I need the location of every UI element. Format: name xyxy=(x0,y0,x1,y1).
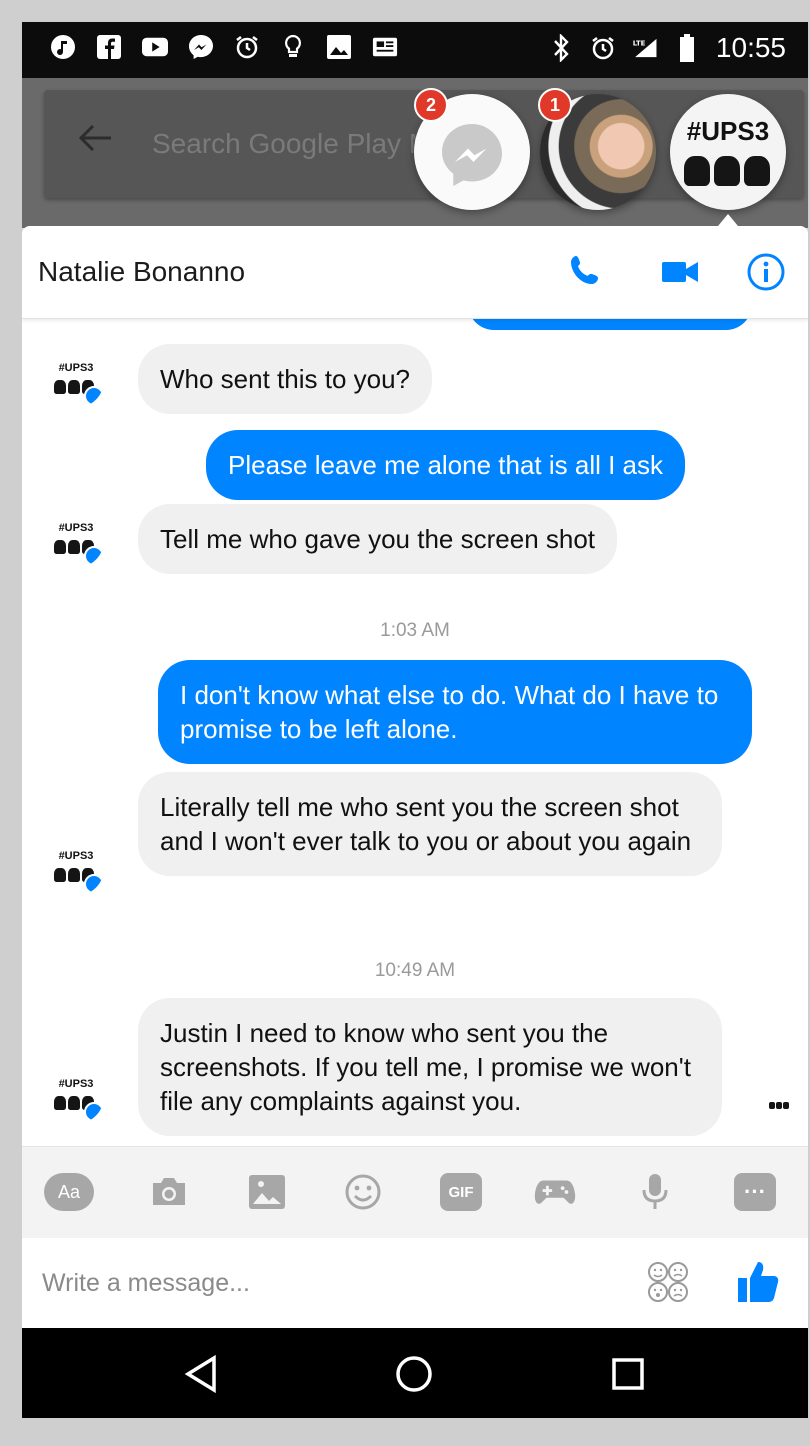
seen-indicator-avatar xyxy=(766,1088,794,1116)
image-icon xyxy=(326,34,352,60)
chat-panel: Natalie Bonanno #UPS3 Who sent this to y… xyxy=(22,226,808,1328)
phone-call-icon[interactable] xyxy=(566,252,606,292)
message-timestamp: 1:03 AM xyxy=(380,620,450,641)
camera-icon[interactable] xyxy=(148,1173,190,1211)
back-triangle-icon[interactable] xyxy=(180,1352,224,1396)
message-bubble-incoming[interactable]: Justin I need to know who sent you the s… xyxy=(138,998,722,1136)
battery-icon xyxy=(674,34,700,62)
video-call-icon[interactable] xyxy=(660,252,700,292)
messenger-icon xyxy=(188,34,214,60)
status-bar: LTE 10:55 xyxy=(22,22,808,78)
android-nav-bar xyxy=(22,1328,808,1418)
phone-screen: LTE 10:55 Search Google Play Mo 2 1 #UPS… xyxy=(22,22,808,1418)
contact-name[interactable]: Natalie Bonanno xyxy=(38,256,245,288)
info-icon[interactable] xyxy=(746,252,786,292)
notification-icons xyxy=(50,34,398,60)
music-icon xyxy=(50,34,76,60)
message-timestamp: 10:49 AM xyxy=(374,960,456,981)
emoji-icon[interactable] xyxy=(342,1173,384,1211)
message-bubble-incoming[interactable]: Who sent this to you? xyxy=(138,344,433,414)
fists-graphic xyxy=(684,156,770,186)
facebook-icon xyxy=(96,34,122,60)
natalie-unread-badge: 1 xyxy=(538,88,572,122)
recents-square-icon[interactable] xyxy=(606,1352,650,1396)
avatar[interactable]: #UPS3 xyxy=(48,352,104,408)
youtube-icon xyxy=(142,34,168,60)
gif-button[interactable]: GIF xyxy=(440,1173,482,1211)
system-icons: LTE 10:55 xyxy=(548,32,786,64)
avatar[interactable]: #UPS3 xyxy=(48,840,104,896)
avatar[interactable]: #UPS3 xyxy=(48,1068,104,1124)
bluetooth-icon xyxy=(548,34,574,62)
more-options-button[interactable]: ··· xyxy=(734,1173,776,1211)
message-composer xyxy=(22,1238,808,1328)
active-head-caret xyxy=(718,214,738,226)
home-circle-icon[interactable] xyxy=(392,1352,436,1396)
message-input[interactable] xyxy=(42,1262,602,1304)
chat-header: Natalie Bonanno xyxy=(22,226,808,319)
game-controller-icon[interactable] xyxy=(534,1173,576,1211)
message-bubble-outgoing[interactable]: I don't know what else to do. What do I … xyxy=(158,660,752,764)
composer-toolbar: Aa GIF ··· xyxy=(22,1146,808,1239)
news-icon xyxy=(372,34,398,60)
alarm-status-icon xyxy=(590,35,616,61)
back-arrow-icon xyxy=(78,118,112,163)
text-style-button[interactable]: Aa xyxy=(44,1173,94,1211)
messenger-unread-badge: 2 xyxy=(414,88,448,122)
alarm-icon xyxy=(234,34,260,60)
svg-text:LTE: LTE xyxy=(633,40,646,48)
message-bubble-incoming[interactable]: Tell me who gave you the screen shot xyxy=(138,504,618,574)
message-list[interactable]: #UPS3 Who sent this to you? Please leave… xyxy=(22,318,808,1146)
reactions-icon[interactable] xyxy=(646,1260,690,1304)
ups3-chat-head[interactable]: #UPS3 xyxy=(670,94,786,210)
message-bubble-incoming[interactable]: Literally tell me who sent you the scree… xyxy=(138,772,722,876)
message-bubble-outgoing[interactable]: Please leave me alone that is all I ask xyxy=(206,430,686,500)
ups3-label: #UPS3 xyxy=(686,116,770,146)
thumbs-up-icon[interactable] xyxy=(736,1258,780,1304)
microphone-icon[interactable] xyxy=(634,1173,676,1211)
background-search-placeholder: Search Google Play Mo xyxy=(152,128,448,159)
lte-signal-icon: LTE xyxy=(632,35,658,61)
gallery-icon[interactable] xyxy=(246,1173,288,1211)
avatar[interactable]: #UPS3 xyxy=(48,512,104,568)
bulb-icon xyxy=(280,34,306,60)
message-bubble-cut-off xyxy=(468,318,752,330)
status-time: 10:55 xyxy=(715,32,786,63)
